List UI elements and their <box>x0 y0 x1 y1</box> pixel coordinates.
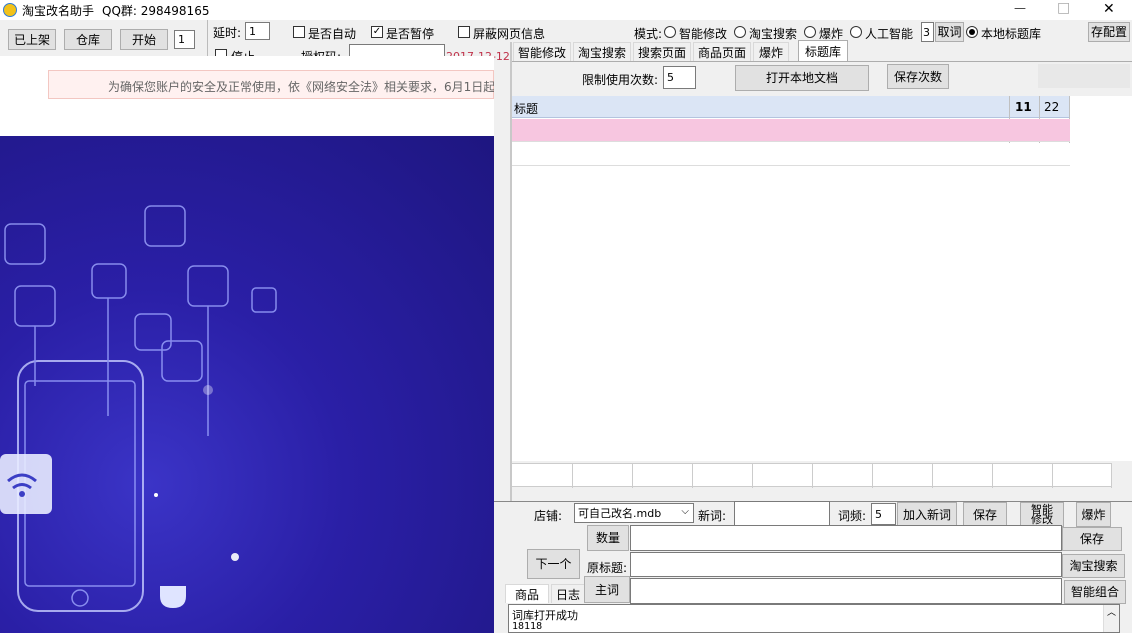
footer-cell <box>1111 464 1112 488</box>
taobao-search-button[interactable]: 淘宝搜索 <box>1062 554 1125 578</box>
shop-select-value: 可自己改名.mdb <box>578 507 662 520</box>
mode-smart-label: 智能修改 <box>679 27 728 41</box>
footer-cell <box>872 464 873 488</box>
close-icon[interactable]: ✕ <box>1103 1 1115 17</box>
mode-radio-explode[interactable] <box>804 26 816 38</box>
pause-label: 是否暂停 <box>386 27 435 41</box>
title-bar: 淘宝改名助手 QQ群: 298498165 — □ ✕ <box>0 0 1132 20</box>
mode-radio-smart[interactable] <box>664 26 676 38</box>
freq-label: 词频: <box>838 509 867 523</box>
app-logo-icon <box>3 3 17 17</box>
table-header-row <box>512 96 1070 118</box>
local-db-radio[interactable] <box>966 26 978 38</box>
window-title: 淘宝改名助手 <box>22 4 95 18</box>
tab-smart-edit[interactable]: 智能修改 <box>513 42 571 61</box>
save-count-button[interactable]: 保存次数 <box>887 64 949 89</box>
chevron-down-icon: ⌵ <box>681 506 689 517</box>
chevron-up-icon[interactable]: ︿ <box>1107 608 1116 618</box>
tab-title-library[interactable]: 标题库 <box>798 40 848 61</box>
tab-search-page[interactable]: 搜索页面 <box>633 42 691 61</box>
mode-taobao-label: 淘宝搜索 <box>749 27 798 41</box>
table-row[interactable] <box>512 143 1070 166</box>
freq-input[interactable]: 5 <box>871 503 896 525</box>
table-row[interactable] <box>512 119 1070 142</box>
footer-cell <box>932 464 933 488</box>
mode-radio-taobao[interactable] <box>734 26 746 38</box>
delay-label: 延时: <box>213 26 242 40</box>
warehouse-button[interactable]: 仓库 <box>64 29 112 50</box>
footer-cell <box>752 464 753 488</box>
auto-label: 是否自动 <box>308 27 357 41</box>
delay-input[interactable]: 1 <box>245 22 270 40</box>
auto-checkbox[interactable] <box>293 26 305 38</box>
footer-cell <box>1052 464 1053 488</box>
mode-label: 模式: <box>634 27 663 41</box>
block-label: 屏蔽网页信息 <box>473 27 546 41</box>
table-header-col-11: 11 <box>1015 100 1032 114</box>
orig-title-field[interactable] <box>630 552 1062 577</box>
open-local-doc-button[interactable]: 打开本地文档 <box>735 65 869 91</box>
save-word-button[interactable]: 保存 <box>963 502 1007 527</box>
limit-label: 限制使用次数: <box>582 73 659 87</box>
local-db-label: 本地标题库 <box>981 27 1042 41</box>
shop-select[interactable]: 可自己改名.mdb ⌵ <box>574 503 694 523</box>
footer-cell <box>812 464 813 488</box>
explode-button[interactable]: 爆炸 <box>1076 502 1111 527</box>
tab-log[interactable]: 日志 <box>551 584 585 603</box>
tab-taobao-search[interactable]: 淘宝搜索 <box>573 42 631 61</box>
count-input[interactable]: 1 <box>174 30 195 49</box>
shop-label: 店铺: <box>534 509 563 523</box>
start-button[interactable]: 开始 <box>120 29 168 50</box>
orig-title-label: 原标题: <box>587 561 628 575</box>
table-footer <box>512 463 1112 488</box>
mode-radio-ai[interactable] <box>850 26 862 38</box>
limit-input[interactable]: 5 <box>663 66 696 89</box>
log-line: 18118 <box>512 621 543 632</box>
table-header-title: 标题 <box>514 102 539 116</box>
table-header-col-22: 22 <box>1044 100 1060 114</box>
add-word-button[interactable]: 加入新词 <box>897 502 957 527</box>
log-area[interactable]: 词库打开成功 18118 ︿ <box>508 604 1120 633</box>
footer-cell <box>692 464 693 488</box>
hero-image <box>0 136 494 633</box>
notice-text: 为确保您账户的安全及正常使用，依《网络安全法》相关要求，6月1日起 <box>108 80 494 94</box>
main-word-button[interactable]: 主词 <box>584 576 630 603</box>
count-field[interactable] <box>630 525 1062 551</box>
tab-goods[interactable]: 商品 <box>505 584 549 603</box>
footer-cell <box>992 464 993 488</box>
cancel-word-button[interactable]: 取词 <box>935 22 964 42</box>
tab-product-page[interactable]: 商品页面 <box>693 42 751 61</box>
new-word-label: 新词: <box>698 509 727 523</box>
maximize-icon[interactable]: □ <box>1057 0 1070 16</box>
save-config-button[interactable]: 存配置 <box>1088 22 1130 42</box>
scrollbar[interactable]: ︿ <box>1103 605 1119 632</box>
minimize-icon[interactable]: — <box>1014 1 1026 15</box>
title-table[interactable]: 标题 11 22 <box>512 96 1132 461</box>
smart-combo-button[interactable]: 智能组合 <box>1064 580 1126 604</box>
browser-area: 为确保您账户的安全及正常使用，依《网络安全法》相关要求，6月1日起 <box>0 56 494 633</box>
mode-ai-label: 人工智能 <box>865 27 914 41</box>
footer-cell <box>572 464 573 488</box>
status-box <box>1038 64 1130 88</box>
main-word-field[interactable] <box>630 578 1062 604</box>
footer-cell <box>632 464 633 488</box>
mode-number-input[interactable]: 3 <box>921 22 934 42</box>
new-word-input[interactable] <box>734 501 830 526</box>
next-button[interactable]: 下一个 <box>527 549 580 579</box>
pause-checkbox[interactable]: ✓ <box>371 26 383 38</box>
smart-edit-button[interactable]: 智能修改 <box>1020 502 1064 527</box>
tab-explode[interactable]: 爆炸 <box>753 42 789 61</box>
save-title-button[interactable]: 保存 <box>1062 527 1122 551</box>
shelf-button[interactable]: 已上架 <box>8 29 56 50</box>
qq-group: QQ群: 298498165 <box>102 4 210 18</box>
count-button[interactable]: 数量 <box>587 525 629 551</box>
block-checkbox[interactable] <box>458 26 470 38</box>
